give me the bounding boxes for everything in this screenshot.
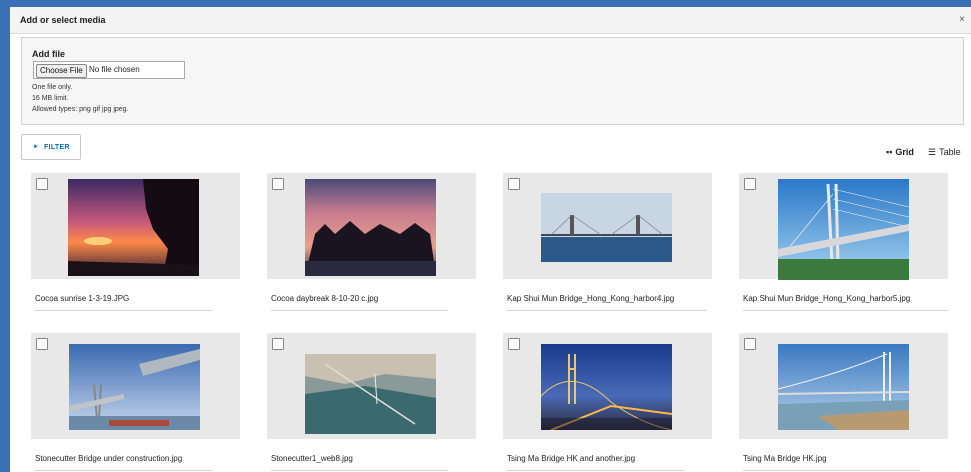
media-dialog: Add or select media × Add file Choose Fi… xyxy=(10,7,971,472)
file-input[interactable]: Choose File No file chosen xyxy=(33,61,185,79)
media-caption: Tsing Ma Bridge HK.jpg xyxy=(743,448,920,471)
aerial-image xyxy=(305,354,436,434)
daybreak-image xyxy=(305,179,436,276)
choose-file-button[interactable]: Choose File xyxy=(36,64,87,78)
triangle-right-icon: ► xyxy=(33,144,39,150)
close-icon[interactable]: × xyxy=(959,14,965,25)
grid-view-label: Grid xyxy=(895,147,914,157)
allowed-types-text: Allowed types: png gif jpg jpeg. xyxy=(32,106,129,113)
media-caption: Kap Shui Mun Bridge_Hong_Kong_harbor4.jp… xyxy=(507,288,707,311)
media-caption: Stonecutter Bridge under construction.jp… xyxy=(35,448,212,471)
media-item[interactable] xyxy=(267,333,476,439)
select-checkbox[interactable] xyxy=(744,178,756,190)
media-item[interactable] xyxy=(503,333,712,439)
select-checkbox[interactable] xyxy=(508,178,520,190)
dialog-titlebar: Add or select media × xyxy=(10,7,971,34)
media-item[interactable] xyxy=(739,173,948,280)
media-caption: Kap Shui Mun Bridge_Hong_Kong_harbor5.jp… xyxy=(743,288,948,311)
table-view-label: Table xyxy=(939,147,961,157)
media-item[interactable] xyxy=(503,173,712,279)
add-file-label: Add file xyxy=(32,49,65,59)
media-item[interactable] xyxy=(31,333,240,439)
grid-view-link[interactable]: ▪▪ Grid xyxy=(886,147,914,157)
media-caption: Cocoa daybreak 8-10-20 c.jpg xyxy=(271,288,448,311)
media-caption: Tsing Ma Bridge HK and another.jpg xyxy=(507,448,684,471)
media-item[interactable] xyxy=(31,173,240,279)
bridge-tower-image xyxy=(778,179,909,280)
media-item[interactable] xyxy=(739,333,948,439)
night-bridge-image xyxy=(541,344,672,430)
select-checkbox[interactable] xyxy=(36,338,48,350)
select-checkbox[interactable] xyxy=(272,178,284,190)
media-caption: Cocoa sunrise 1-3-19.JPG xyxy=(35,288,212,311)
media-caption: Stonecutter1_web8.jpg xyxy=(271,448,448,471)
size-limit-text: 16 MB limit. xyxy=(32,95,69,102)
table-view-link[interactable]: ☰ Table xyxy=(928,147,961,158)
media-item[interactable] xyxy=(267,173,476,279)
add-file-section: Add file Choose File No file chosen One … xyxy=(21,37,964,125)
file-limit-text: One file only. xyxy=(32,84,73,91)
no-file-text: No file chosen xyxy=(89,65,140,74)
select-checkbox[interactable] xyxy=(36,178,48,190)
filter-label: FILTER xyxy=(44,144,70,151)
select-checkbox[interactable] xyxy=(272,338,284,350)
construction-image xyxy=(69,344,200,430)
select-checkbox[interactable] xyxy=(508,338,520,350)
suspension-bridge-image xyxy=(778,344,909,430)
filter-toggle[interactable]: ► FILTER xyxy=(21,134,81,160)
sunset-image xyxy=(68,179,199,276)
grid-icon: ▪▪ xyxy=(886,147,893,157)
bridge-harbor-image xyxy=(541,193,672,262)
dialog-title: Add or select media xyxy=(20,15,106,25)
list-icon: ☰ xyxy=(928,147,937,157)
select-checkbox[interactable] xyxy=(744,338,756,350)
